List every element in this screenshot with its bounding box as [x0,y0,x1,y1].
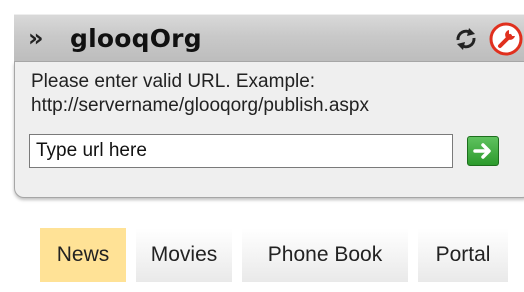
instruction-line-2: http://servername/glooqorg/publish.aspx [31,95,369,116]
settings-wrench-icon[interactable] [488,21,524,57]
instruction-line-1: Please enter valid URL. Example: [31,71,316,92]
arrow-right-icon [473,143,491,159]
url-input[interactable] [29,134,453,168]
app-title: glooqOrg [70,24,202,53]
tab-movies[interactable]: Movies [136,228,232,282]
category-tabs: News Movies Phone Book Portal [40,228,508,282]
url-instruction: Please enter valid URL. Example: http://… [31,70,521,118]
tab-news[interactable]: News [40,228,126,282]
gadget-window: » glooqOrg Please enter valid URL. Examp… [0,0,524,292]
tab-portal[interactable]: Portal [418,228,508,282]
refresh-icon[interactable] [452,25,480,53]
chevron-right-double-icon[interactable]: » [28,24,44,52]
tab-phone-book[interactable]: Phone Book [242,228,408,282]
settings-panel: Please enter valid URL. Example: http://… [14,62,524,198]
header-bar: » glooqOrg [14,14,524,62]
go-button[interactable] [467,136,499,166]
